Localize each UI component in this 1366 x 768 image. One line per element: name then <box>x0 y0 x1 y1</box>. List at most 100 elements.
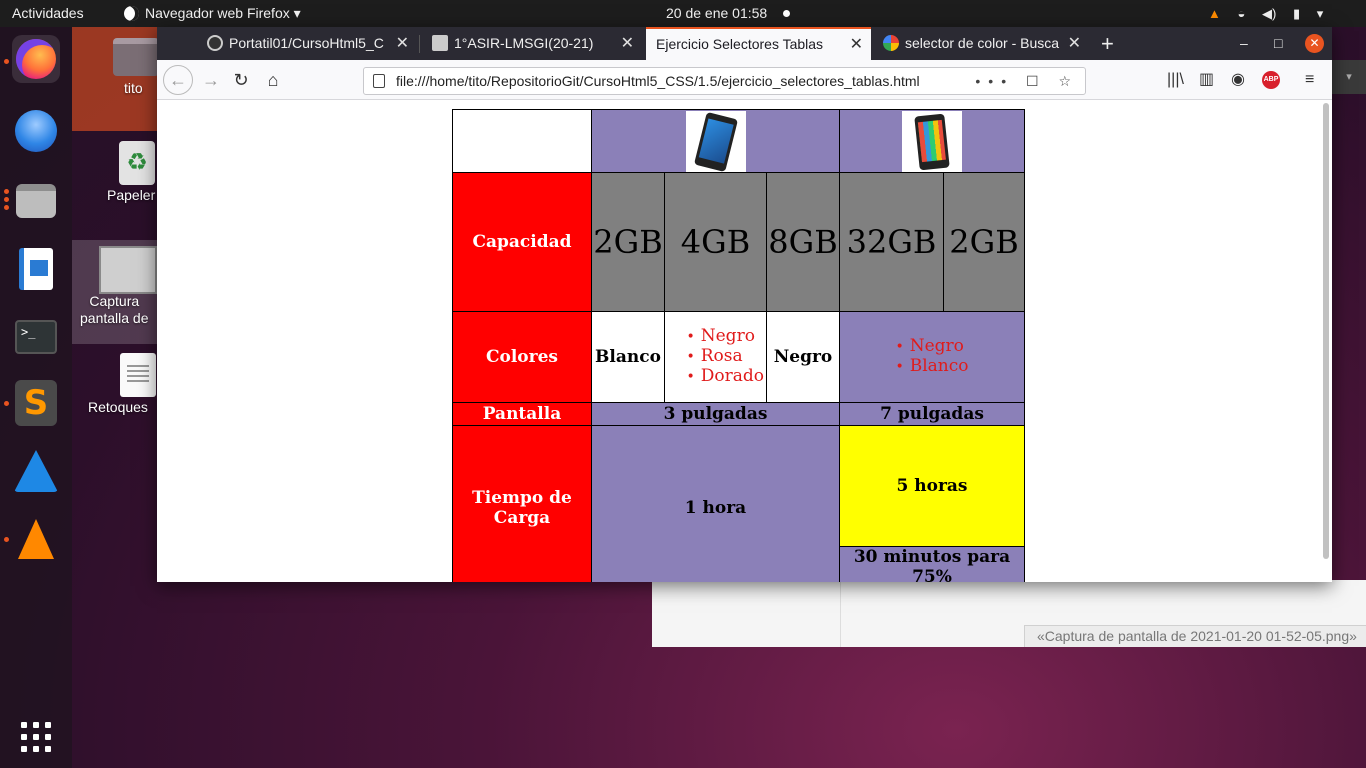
chevron-down-icon: ▾ <box>1316 6 1324 21</box>
page-content: Capacidad 2GB 4GB 8GB 32GB 2GB Colores B… <box>157 101 1332 582</box>
capacity-cell: 2GB <box>591 172 665 312</box>
home-folder-icon[interactable] <box>113 38 159 76</box>
account-icon[interactable]: ◉ <box>1231 60 1245 100</box>
wireshark-icon[interactable] <box>12 447 60 495</box>
close-icon[interactable]: ✕ <box>621 27 634 60</box>
desktop-label-screenshot[interactable]: Captura pantalla de <box>80 293 149 327</box>
desktop-label-retoques[interactable]: Retoques <box>88 399 148 415</box>
volume-icon: ◀) <box>1261 6 1277 21</box>
url-text: file:///home/tito/RepositorioGit/CursoHt… <box>396 73 920 89</box>
table-row: Colores Blanco Negro Rosa Dorado Negro N… <box>452 311 1025 403</box>
phone2-image-cell <box>839 109 1025 173</box>
row-header-pantalla: Pantalla <box>452 402 592 426</box>
screenshot-file-icon[interactable] <box>99 246 157 294</box>
close-icon[interactable]: ✕ <box>850 29 863 60</box>
tab-bar: Portatil01/CursoHtml5_C ✕ 1°ASIR-LMSGI(2… <box>157 27 1332 60</box>
document-file-icon[interactable] <box>120 353 156 397</box>
tab-github[interactable]: Portatil01/CursoHtml5_C ✕ <box>197 27 417 60</box>
list-item: Blanco <box>895 357 969 377</box>
capacity-cell: 32GB <box>839 172 944 312</box>
nav-bar: ← → ↻ ⌂ file:///home/tito/RepositorioGit… <box>157 60 1332 100</box>
running-indicator <box>4 537 9 542</box>
clock-label: 20 de ene 01:58 <box>666 5 768 21</box>
terminal-icon[interactable]: >_ <box>12 313 60 361</box>
close-icon[interactable]: ✕ <box>1068 27 1081 60</box>
close-icon[interactable]: ✕ <box>396 27 409 60</box>
adblock-icon[interactable]: ABP <box>1262 60 1280 100</box>
wifi-icon: ◒ <box>1237 6 1246 21</box>
empty-corner-cell <box>452 109 592 173</box>
image-viewer-window[interactable]: «Captura de pantalla de 2021-01-20 01-52… <box>652 580 1366 647</box>
desktop-label-home[interactable]: tito <box>124 80 143 96</box>
list-item: Rosa <box>686 347 764 367</box>
trash-icon[interactable]: ♻ <box>119 141 155 185</box>
thunderbird-icon[interactable] <box>12 107 60 155</box>
sidebar-icon[interactable]: ▥ <box>1199 60 1214 100</box>
charge-time-cell: 30 minutos para 75% <box>839 546 1025 582</box>
menu-icon[interactable]: ≡ <box>1305 60 1314 100</box>
phones-table: Capacidad 2GB 4GB 8GB 32GB 2GB Colores B… <box>452 109 1025 582</box>
library-icon[interactable]: |||\ <box>1167 60 1184 100</box>
vlc-tray-icon[interactable]: ▲ <box>1208 0 1221 27</box>
reload-button[interactable]: ↻ <box>227 66 255 94</box>
battery-icon: ▮ <box>1292 6 1301 21</box>
tab-classroom[interactable]: 1°ASIR-LMSGI(20-21) ✕ <box>422 27 642 60</box>
url-bar[interactable]: file:///home/tito/RepositorioGit/CursoHt… <box>363 67 1086 95</box>
home-button[interactable]: ⌂ <box>259 66 287 94</box>
running-indicator <box>4 59 9 64</box>
maximize-button[interactable]: □ <box>1274 27 1282 60</box>
back-button[interactable]: ← <box>163 65 193 95</box>
vlc-icon[interactable] <box>12 515 60 563</box>
color-list: Negro Blanco <box>895 337 969 377</box>
color-cell: Blanco <box>591 311 665 403</box>
page-icon <box>373 74 385 88</box>
phone-image <box>902 110 962 172</box>
forward-button[interactable]: → <box>197 66 225 94</box>
tab-label: 1°ASIR-LMSGI(20-21) <box>454 35 594 51</box>
charge-time-cell-highlight: 5 horas <box>839 425 1025 547</box>
vertical-scrollbar[interactable] <box>1323 103 1329 559</box>
screen-size-cell: 3 pulgadas <box>591 402 840 426</box>
chevron-down-icon[interactable]: ▾ <box>1332 60 1366 94</box>
list-item: Negro <box>895 337 968 357</box>
capacity-cell: 8GB <box>766 172 840 312</box>
row-header-tiempo-carga: Tiempo de Carga <box>452 425 592 582</box>
clock[interactable]: 20 de ene 01:58 <box>666 0 791 27</box>
show-apps-icon[interactable] <box>12 713 60 761</box>
charge-time-cell: 1 hora <box>591 425 840 582</box>
firefox-window: Portatil01/CursoHtml5_C ✕ 1°ASIR-LMSGI(2… <box>157 27 1332 582</box>
new-tab-button[interactable]: + <box>1101 27 1114 60</box>
running-indicator <box>4 189 9 194</box>
activities-button[interactable]: Actividades <box>12 0 84 27</box>
tab-label: selector de color - Busca <box>905 35 1060 51</box>
tab-separator <box>419 35 420 53</box>
google-icon <box>883 35 899 51</box>
color-list: Negro Rosa Dorado <box>686 327 764 387</box>
row-header-colores: Colores <box>452 311 592 403</box>
chevron-down-icon: ▾ <box>293 5 301 21</box>
row-header-capacidad: Capacidad <box>452 172 592 312</box>
libreoffice-writer-icon[interactable] <box>12 245 60 293</box>
sublime-glyph: S <box>15 380 57 426</box>
color-list-cell: Negro Rosa Dorado <box>664 311 767 403</box>
minimize-button[interactable]: – <box>1240 27 1248 60</box>
running-indicator <box>4 197 9 202</box>
viewer-status-bar: «Captura de pantalla de 2021-01-20 01-52… <box>1024 625 1366 647</box>
sublime-text-icon[interactable]: S <box>12 379 60 427</box>
page-actions[interactable]: ••• ☐ ☆ <box>975 68 1079 94</box>
running-indicator <box>4 401 9 406</box>
app-menu[interactable]: Navegador web Firefox ▾ <box>124 0 301 27</box>
system-tray[interactable]: ▲ ◒ ◀) ▮ ▾ <box>1208 0 1336 27</box>
desktop-label-trash[interactable]: Papeler <box>107 187 155 203</box>
phone1-image-cell <box>591 109 840 173</box>
close-window-button[interactable]: ✕ <box>1305 34 1324 53</box>
capacity-cell: 2GB <box>943 172 1025 312</box>
files-icon[interactable] <box>12 177 60 225</box>
table-row: Tiempo de Carga 1 hora 5 horas <box>452 425 1025 582</box>
app-menu-label: Navegador web Firefox <box>145 5 290 21</box>
tab-google-search[interactable]: selector de color - Busca ✕ <box>873 27 1089 60</box>
firefox-icon[interactable] <box>12 35 60 83</box>
table-row: Capacidad 2GB 4GB 8GB 32GB 2GB <box>452 172 1025 312</box>
tab-ejercicio-active[interactable]: Ejercicio Selectores Tablas ✕ <box>646 27 871 60</box>
terminal-glyph: >_ <box>15 320 57 354</box>
